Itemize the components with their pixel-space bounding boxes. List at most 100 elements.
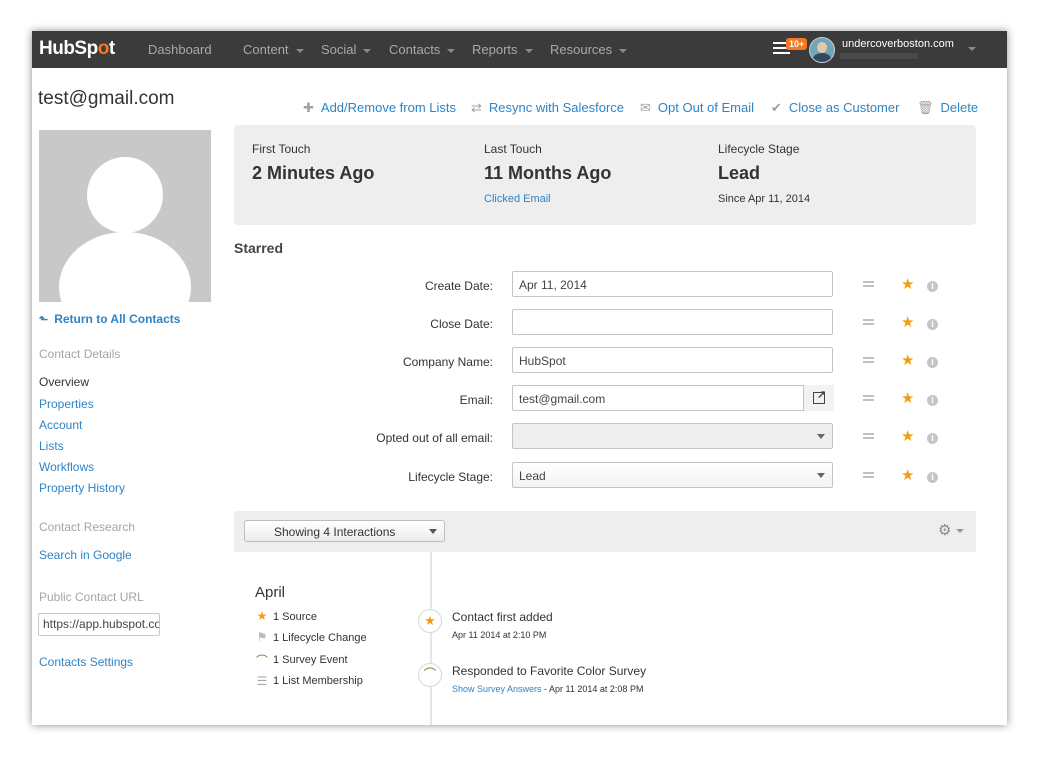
- chevron-down-icon: [524, 48, 533, 53]
- close-customer-label: Close as Customer: [788, 100, 900, 115]
- star-icon[interactable]: ★: [901, 466, 914, 484]
- drag-handle-icon[interactable]: [863, 395, 874, 403]
- return-to-contacts-link[interactable]: ⬑ Return to All Contacts: [39, 312, 180, 326]
- public-url-field[interactable]: https://app.hubspot.com: [38, 613, 160, 636]
- lifecycle-stage-label: Lifecycle Stage: [718, 142, 800, 156]
- interactions-filter-dropdown[interactable]: Showing 4 Interactions: [244, 520, 445, 542]
- survey-icon: ⌒: [418, 663, 442, 687]
- sidebar-item-overview[interactable]: Overview: [39, 375, 89, 389]
- nav-resources-label: Resources: [550, 42, 613, 57]
- interactions-toolbar: Showing 4 Interactions ⚙: [234, 511, 976, 552]
- create-date-label: Create Date:: [424, 279, 493, 293]
- last-touch-value: 11 Months Ago: [484, 163, 612, 183]
- chevron-down-icon: [295, 48, 304, 53]
- flag-icon: ⚑: [256, 630, 268, 644]
- event-timestamp: - Apr 11 2014 at 2:08 PM: [541, 684, 644, 694]
- hubspot-logo[interactable]: HubSpot: [39, 38, 115, 60]
- sidebar-item-properties[interactable]: Properties: [39, 397, 94, 411]
- drag-handle-icon[interactable]: [863, 281, 874, 289]
- resync-label: Resync with Salesforce: [488, 100, 625, 115]
- interactions-filter-label: Showing 4 Interactions: [274, 525, 396, 539]
- star-icon: ★: [418, 609, 442, 633]
- summary-source: 1 Source: [273, 611, 318, 623]
- star-icon[interactable]: ★: [901, 275, 914, 293]
- email-label: Email:: [459, 393, 493, 407]
- search-in-google-link[interactable]: Search in Google: [39, 548, 132, 562]
- gear-chevron-down-icon[interactable]: [956, 529, 964, 533]
- contact-avatar-placeholder: [39, 130, 211, 302]
- last-touch-detail-link[interactable]: Clicked Email: [484, 193, 551, 205]
- star-icon[interactable]: ★: [901, 351, 914, 369]
- sidebar-item-account[interactable]: Account: [39, 418, 82, 432]
- avatar[interactable]: [809, 37, 835, 63]
- starred-heading: Starred: [234, 240, 284, 256]
- nav-contacts[interactable]: Contacts: [389, 42, 456, 57]
- company-name-field[interactable]: HubSpot: [512, 347, 833, 373]
- close-as-customer-button[interactable]: ✔ Close as Customer: [771, 100, 899, 116]
- account-chevron-down-icon[interactable]: [968, 47, 976, 51]
- lifecycle-stage-value: Lead: [718, 163, 761, 183]
- opt-out-email-button[interactable]: ✉ Opt Out of Email: [640, 100, 754, 116]
- resync-salesforce-button[interactable]: ⇄ Resync with Salesforce: [471, 100, 624, 116]
- shuffle-icon: ⇄: [471, 100, 482, 115]
- trash-icon: 🗑: [917, 100, 934, 115]
- last-touch-label: Last Touch: [484, 142, 542, 156]
- contact-summary-panel: First Touch 2 Minutes Ago Last Touch 11 …: [234, 125, 976, 225]
- nav-content[interactable]: Content: [243, 42, 304, 57]
- star-icon[interactable]: ★: [901, 427, 914, 445]
- checkmark-icon: ✔: [771, 100, 782, 115]
- drag-handle-icon[interactable]: [863, 433, 874, 441]
- app-window: HubSpot Dashboard Content Social Contact…: [32, 31, 1007, 725]
- show-survey-answers-link[interactable]: Show Survey Answers: [452, 684, 542, 694]
- create-date-field[interactable]: Apr 11, 2014: [512, 271, 833, 297]
- info-icon[interactable]: i: [927, 357, 938, 368]
- nav-reports[interactable]: Reports: [472, 42, 533, 57]
- drag-handle-icon[interactable]: [863, 357, 874, 365]
- public-url-heading: Public Contact URL: [39, 590, 144, 604]
- email-field[interactable]: test@gmail.com: [512, 385, 833, 411]
- lifecycle-stage-since: Since Apr 11, 2014: [718, 193, 811, 205]
- info-icon[interactable]: i: [927, 319, 938, 330]
- star-icon: ★: [256, 609, 268, 623]
- drag-handle-icon[interactable]: [863, 472, 874, 480]
- first-touch-label: First Touch: [252, 142, 311, 156]
- star-icon[interactable]: ★: [901, 313, 914, 331]
- event-detail: Show Survey Answers - Apr 11 2014 at 2:0…: [452, 684, 643, 694]
- contact-details-heading: Contact Details: [39, 347, 121, 361]
- sidebar-item-workflows[interactable]: Workflows: [39, 460, 94, 474]
- gear-icon[interactable]: ⚙: [938, 521, 951, 539]
- delete-button[interactable]: 🗑 Delete: [917, 100, 978, 116]
- logo-text: HubSp: [39, 38, 98, 59]
- info-icon[interactable]: i: [927, 281, 938, 292]
- star-icon[interactable]: ★: [901, 389, 914, 407]
- sidebar-item-property-history[interactable]: Property History: [39, 481, 125, 495]
- info-icon[interactable]: i: [927, 472, 938, 483]
- opted-out-select[interactable]: [512, 423, 833, 449]
- opt-out-label: Opt Out of Email: [657, 100, 754, 115]
- add-remove-lists-button[interactable]: ✚ Add/Remove from Lists: [303, 100, 456, 116]
- summary-lifecycle-change: 1 Lifecycle Change: [273, 632, 367, 644]
- chevron-down-icon: [817, 434, 825, 439]
- nav-social[interactable]: Social: [321, 42, 372, 57]
- nav-dashboard-label: Dashboard: [148, 42, 212, 57]
- lifecycle-stage-select[interactable]: Lead: [512, 462, 833, 488]
- account-name[interactable]: undercoverboston.com: [842, 38, 954, 50]
- close-date-field[interactable]: [512, 309, 833, 335]
- nav-reports-label: Reports: [472, 42, 518, 57]
- external-link-icon[interactable]: ↗: [803, 385, 834, 411]
- chevron-down-icon: [363, 48, 372, 53]
- info-icon[interactable]: i: [927, 395, 938, 406]
- nav-dashboard[interactable]: Dashboard: [148, 42, 212, 57]
- company-name-label: Company Name:: [402, 355, 493, 369]
- drag-handle-icon[interactable]: [863, 319, 874, 327]
- nav-resources[interactable]: Resources: [550, 42, 628, 57]
- notification-badge: 10+: [786, 38, 808, 50]
- chevron-down-icon: [817, 473, 825, 478]
- summary-list-membership: 1 List Membership: [273, 675, 363, 687]
- info-icon[interactable]: i: [927, 433, 938, 444]
- timeline-line: [430, 552, 432, 725]
- top-nav: HubSpot Dashboard Content Social Contact…: [32, 31, 1007, 68]
- contacts-settings-link[interactable]: Contacts Settings: [39, 655, 133, 669]
- account-subtitle-redacted: [840, 53, 918, 59]
- sidebar-item-lists[interactable]: Lists: [39, 439, 64, 453]
